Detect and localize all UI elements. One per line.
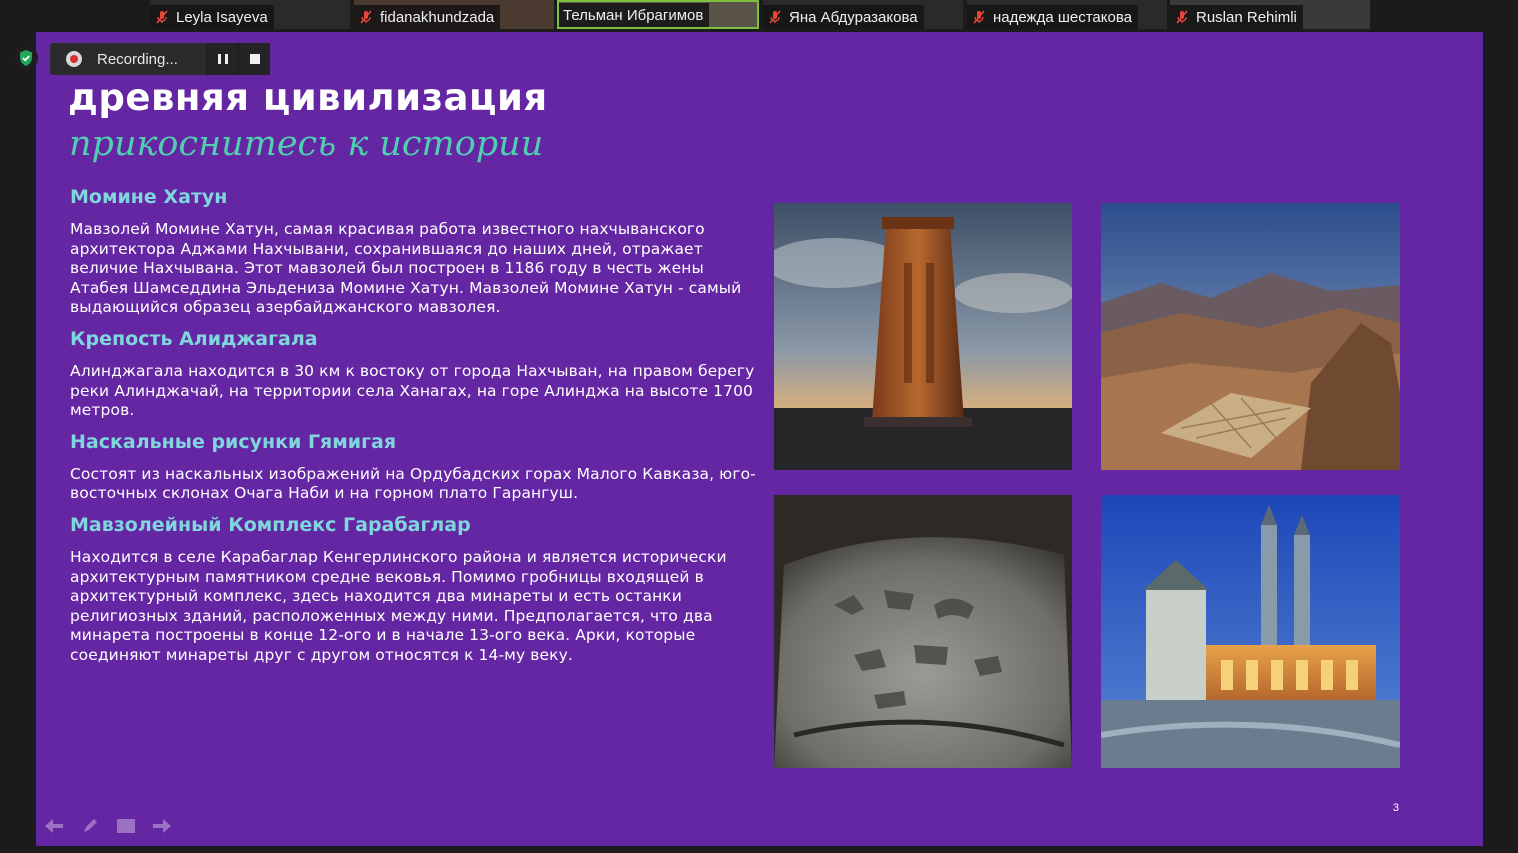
participant-label: fidanakhundzada [354, 5, 501, 29]
section-heading: Наскальные рисунки Гямигая [70, 430, 397, 453]
participant-name: Leyla Isayeva [176, 8, 268, 26]
muted-mic-icon [156, 10, 168, 24]
section-text: Находится в селе Карабаглар Кенгерлинско… [70, 547, 727, 664]
participant-name: надежда шестакова [993, 8, 1132, 26]
shared-slide: древняя цивилизация прикоснитесь к истор… [36, 32, 1483, 846]
participant-tile[interactable]: Яна Абдуразакова [763, 0, 963, 29]
slide-text-content: Момине Хатун Мавзолей Момине Хатун, сама… [70, 184, 760, 674]
participant-label: Ruslan Rehimli [1170, 5, 1303, 29]
section-text: Алинджагала находится в 30 км к востоку … [70, 361, 755, 420]
stop-icon [249, 54, 260, 64]
mosque-complex-photo [1101, 495, 1400, 768]
muted-mic-icon [1176, 10, 1188, 24]
participant-tile[interactable]: надежда шестакова [967, 0, 1167, 29]
mausoleum-photo [774, 203, 1072, 470]
participant-name: fidanakhundzada [380, 8, 495, 26]
zoom-meeting-window: Leyla Isayeva fidanakhundzada Тельман Иб… [0, 0, 1518, 853]
recording-bar: Recording... [50, 43, 270, 75]
participant-label: Тельман Ибрагимов [559, 3, 710, 27]
slide-title: древняя цивилизация [68, 76, 548, 119]
previous-slide-icon[interactable] [44, 816, 64, 836]
petroglyph-photo [774, 495, 1072, 768]
slide-subtitle: прикоснитесь к истории [69, 124, 544, 164]
slide-navigation-controls [44, 816, 172, 836]
participant-tile[interactable]: fidanakhundzada [354, 0, 554, 29]
participant-tile-active-speaker[interactable]: Тельман Ибрагимов [557, 0, 759, 29]
slides-menu-icon[interactable] [116, 816, 136, 836]
participant-strip: Leyla Isayeva fidanakhundzada Тельман Иб… [0, 0, 1518, 30]
muted-mic-icon [360, 10, 372, 24]
participant-tile[interactable]: Ruslan Rehimli [1170, 0, 1370, 29]
pen-icon[interactable] [80, 816, 100, 836]
pause-icon [217, 54, 228, 64]
section-heading: Крепость Алиджагала [70, 327, 318, 350]
page-number: 3 [1392, 802, 1399, 814]
participant-tile[interactable]: Leyla Isayeva [150, 0, 350, 29]
recording-label: Recording... [97, 50, 178, 68]
pause-recording-button[interactable] [206, 43, 238, 75]
section-text: Состоят из наскальных изображений на Орд… [70, 464, 756, 503]
participant-label: Яна Абдуразакова [763, 5, 924, 29]
stop-recording-button[interactable] [238, 43, 270, 75]
next-slide-icon[interactable] [152, 816, 172, 836]
fortress-photo [1101, 203, 1400, 470]
participant-name: Тельман Ибрагимов [563, 6, 704, 24]
participant-name: Яна Абдуразакова [789, 8, 918, 26]
muted-mic-icon [769, 10, 781, 24]
participant-label: надежда шестакова [967, 5, 1138, 29]
section-heading: Момине Хатун [70, 186, 228, 208]
recording-dot-icon [66, 51, 82, 67]
section-text: Мавзолей Момине Хатун, самая красивая ра… [70, 220, 742, 317]
section-heading: Мавзолейный Комплекс Гарабаглар [70, 513, 471, 536]
security-shield-icon[interactable] [14, 46, 38, 70]
participant-label: Leyla Isayeva [150, 5, 274, 29]
participant-name: Ruslan Rehimli [1196, 8, 1297, 26]
muted-mic-icon [973, 10, 985, 24]
